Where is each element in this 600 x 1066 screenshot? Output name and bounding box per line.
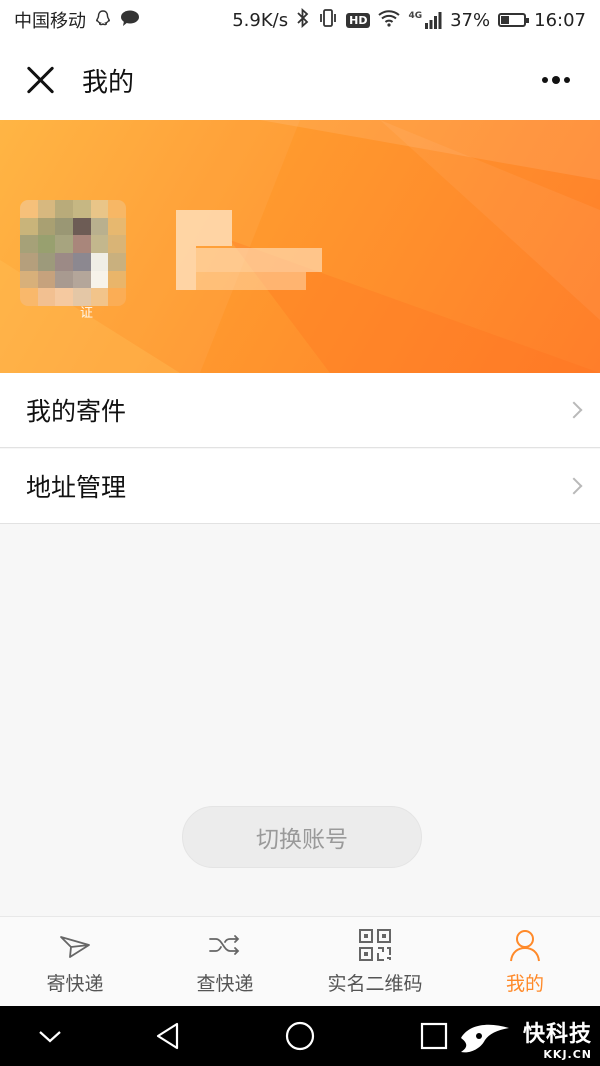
watermark-logo [460,1024,509,1053]
switch-account-button[interactable]: 切换账号 [182,806,422,868]
bottom-tab-bar: 寄快递 查快递 实名二维码 我的 [0,916,600,1006]
avatar-pixel [37,217,56,236]
avatar-pixel [72,252,91,271]
more-dot [564,77,570,83]
avatar-pixel [20,252,38,271]
avatar-pixel [72,200,91,218]
avatar-pixel [90,270,109,289]
avatar-pixel [90,235,109,253]
blur-block [196,248,322,272]
wifi-icon [378,9,401,31]
status-right: 5.9K/s HD 4G 37% 16:07 [232,7,586,32]
menu-item-label: 我的寄件 [26,397,127,426]
avatar-pixel [108,252,126,271]
page-title: 我的 [82,67,135,98]
network-type: 4G [408,11,423,21]
avatar-pixel [72,217,91,236]
avatar-pixel [55,200,73,218]
hd-icon: HD [346,12,371,28]
avatar-pixel [72,235,91,253]
menu-item-address-management[interactable]: 地址管理 [0,449,600,524]
home-icon[interactable] [282,1018,318,1054]
battery-percent: 37% [450,9,491,31]
vibrate-icon [318,8,338,32]
tab-track-express[interactable]: 查快递 [150,917,300,1006]
carrier-name: 中国移动 [14,11,86,32]
menu-item-my-shipments[interactable]: 我的寄件 [0,373,600,448]
avatar[interactable] [20,200,126,306]
user-icon [510,930,540,962]
avatar-pixel [37,288,56,306]
avatar-pixel [72,270,91,289]
avatar-pixel [90,217,109,236]
avatar-pixel [20,217,38,236]
watermark: 快科技 KKJ.CN [460,1016,592,1061]
watermark-text: 快科技 [522,1022,592,1047]
chevron-right-icon [565,477,583,495]
shuffle-icon [209,935,240,955]
avatar-pixel [20,200,38,218]
tab-label: 实名二维码 [327,973,423,995]
tab-label: 查快递 [196,973,254,995]
bluetooth-icon [296,7,310,32]
qr-code-icon [359,929,391,961]
avatar-pixel [108,288,126,306]
username-blurred [176,210,322,290]
status-left: 中国移动 [14,7,140,33]
back-icon[interactable] [150,1018,186,1054]
avatar-pixel [90,252,109,271]
tab-send-express[interactable]: 寄快递 [0,917,150,1006]
avatar-pixel [55,217,73,236]
avatar-pixel [108,235,126,253]
avatar-pixel [90,200,109,218]
avatar-pixel [108,270,126,289]
avatar-pixel [108,200,126,218]
avatar-pixel [37,200,56,218]
paper-plane-icon [60,936,90,958]
network-speed: 5.9K/s [232,9,289,31]
avatar-pixel [55,270,73,289]
avatar-pixel [37,235,56,253]
tab-mine[interactable]: 我的 [450,917,600,1006]
recents-icon[interactable] [416,1018,452,1054]
chat-bubble-icon [120,9,140,31]
menu-item-label: 地址管理 [26,473,127,502]
tab-label: 寄快递 [46,973,104,995]
avatar-pixel [55,252,73,271]
chevron-down-icon[interactable] [32,1018,68,1054]
qq-icon [94,9,112,31]
avatar-pixel [20,235,38,253]
more-icon[interactable] [536,70,576,90]
signal-icon: 4G [408,11,442,29]
page-header: 我的 [0,40,600,120]
avatar-pixel [55,288,73,306]
battery-fill [501,16,510,24]
close-icon[interactable] [24,63,58,97]
more-dot [552,76,560,84]
blur-block [196,272,306,290]
watermark-subtext: KKJ.CN [543,1048,592,1061]
avatar-pixel [90,288,109,306]
tab-label: 我的 [505,973,544,995]
avatar-pixel [108,217,126,236]
avatar-pixel [37,270,56,289]
blur-block [176,210,232,246]
avatar-pixel [20,288,38,306]
avatar-pixel [55,235,73,253]
blur-block [176,246,196,290]
clock: 16:07 [534,9,586,31]
more-dot [542,77,548,83]
verified-label: 证 [80,306,94,321]
system-nav-bar: 快科技 KKJ.CN [0,1006,600,1066]
avatar-pixel [37,252,56,271]
chevron-right-icon [565,401,583,419]
battery-icon [498,13,530,27]
avatar-pixel [20,270,38,289]
tab-realname-qrcode[interactable]: 实名二维码 [300,917,450,1006]
profile-banner: 证 [0,120,600,373]
status-bar: 中国移动 5.9K/s HD 4G 37% 16:07 [0,0,600,40]
